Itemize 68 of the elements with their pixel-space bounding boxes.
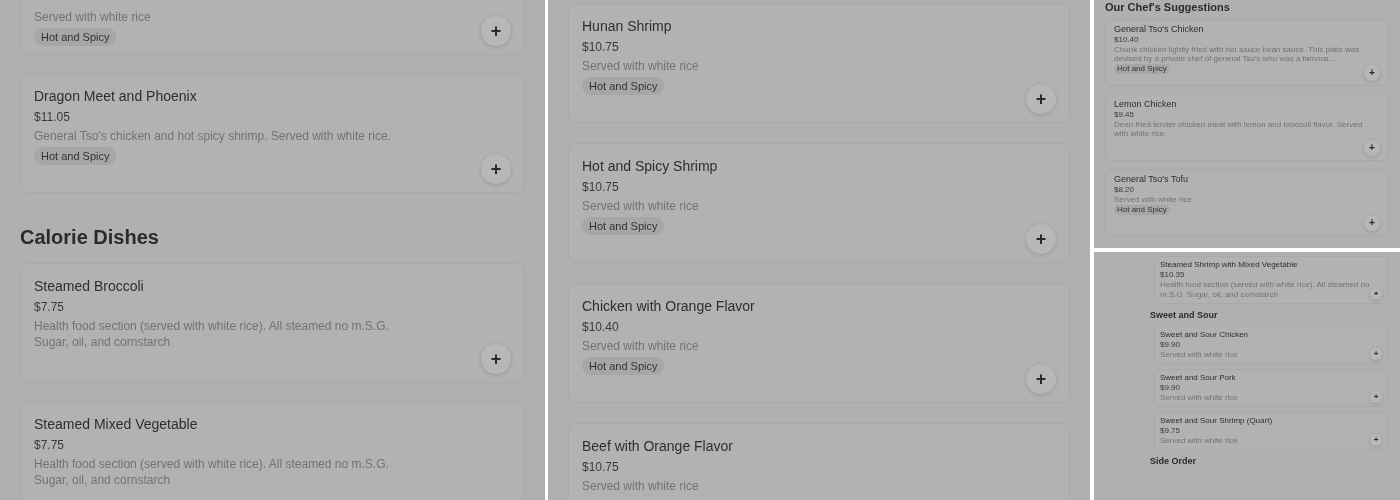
item-name: Lemon Chicken	[1114, 99, 1177, 110]
item-name: Dragon Meet and Phoenix	[34, 87, 197, 106]
menu-item-card[interactable]: Chicken with Orange Flavor $10.40 Served with white rice Hot and Spicy +	[568, 283, 1070, 403]
section-heading: Side Order	[1150, 455, 1196, 467]
item-price: $9.75	[1160, 426, 1181, 436]
add-button[interactable]: +	[1364, 215, 1380, 231]
add-button[interactable]: +	[1370, 288, 1382, 300]
add-button[interactable]: +	[1370, 391, 1382, 403]
section-heading: Sweet and Sour	[1150, 309, 1218, 321]
item-price: $7.75	[34, 299, 65, 316]
spicy-tag: Hot and Spicy	[582, 217, 665, 235]
item-description: Served with white rice	[34, 9, 151, 25]
item-description: General Tso's chicken and hot spicy shrimp. Served with white rice.	[34, 128, 391, 144]
menu-item-card[interactable]: Hot and Spicy Shrimp $10.75 Served with white rice Hot and Spicy +	[568, 143, 1070, 263]
item-price: $11.05	[34, 109, 70, 126]
item-description: Served with white rice	[582, 58, 699, 74]
item-price: $10.40	[1114, 35, 1139, 45]
item-price: $10.75	[582, 459, 619, 476]
spicy-tag: Hot and Spicy	[34, 28, 117, 46]
spicy-tag: Hot and Spicy	[34, 147, 117, 165]
item-description: Health food section (served with white rice). All steamed no m.S.G. Sugar, oil, and cornstarch	[34, 456, 390, 488]
item-name: Steamed Shrimp with Mixed Vegetable	[1160, 260, 1298, 270]
section-heading: Calorie Dishes	[20, 225, 159, 250]
item-name: General Tso's Chicken	[1114, 24, 1204, 35]
menu-item-card[interactable]: Steamed Mixed Vegetable $7.75 Health food section (served with white rice). All steamed no m.S.G. Sugar, oil, and cornstarch	[20, 401, 525, 500]
item-price: $9.90	[1160, 383, 1181, 393]
item-description: Served with white rice	[582, 478, 699, 494]
add-button[interactable]: +	[1364, 65, 1380, 81]
spicy-tag: Hot and Spicy	[582, 357, 665, 375]
item-description: Health food section (served with white rice). All steamed no m.S.G. Sugar, oil, and cornstarch	[34, 318, 390, 350]
item-name: Steamed Mixed Vegetable	[34, 415, 198, 434]
menu-item-card[interactable]: Beef with Orange Flavor $10.75 Served with white rice	[568, 423, 1070, 500]
menu-item-card[interactable]: Hunan Shrimp $10.75 Served with white rice Hot and Spicy +	[568, 3, 1070, 123]
add-button[interactable]: +	[1026, 224, 1056, 254]
add-button[interactable]: +	[1026, 364, 1056, 394]
menu-item-card[interactable]: Dragon Meet and Phoenix $11.05 General Tso's chicken and hot spicy shrimp. Served with white rice. Hot and Spicy +	[20, 73, 525, 193]
add-button[interactable]: +	[481, 16, 511, 46]
item-price: $9.90	[1160, 340, 1181, 350]
item-price: $10.40	[582, 319, 619, 336]
add-button[interactable]: +	[1364, 140, 1380, 156]
spicy-tag: Hot and Spicy	[582, 77, 665, 95]
add-button[interactable]: +	[481, 344, 511, 374]
menu-item-card[interactable]: Served with white rice Hot and Spicy +	[20, 0, 525, 55]
add-button[interactable]: +	[481, 154, 511, 184]
menu-item-card[interactable]: Steamed Broccoli $7.75 Health food section (served with white rice). All steamed no m.S.G. Sugar, oil, and cornstarch +	[20, 263, 525, 383]
item-price: $7.75	[34, 437, 65, 454]
item-name: Beef with Orange Flavor	[582, 437, 733, 456]
item-price: $9.45	[1114, 110, 1135, 120]
item-name: Steamed Broccoli	[34, 277, 144, 296]
item-price: $10.75	[582, 39, 619, 56]
item-name: Hot and Spicy Shrimp	[582, 157, 718, 176]
item-description: Served with white rice	[582, 338, 699, 354]
item-price: $10.75	[582, 179, 619, 196]
item-description: Served with white rice	[582, 198, 699, 214]
item-price: $8.20	[1114, 185, 1135, 195]
add-button[interactable]: +	[1026, 84, 1056, 114]
section-heading: Our Chef's Suggestions	[1105, 0, 1230, 14]
item-name: Chicken with Orange Flavor	[582, 297, 755, 316]
spicy-tag: Hot and Spicy	[1114, 64, 1170, 74]
add-button[interactable]: +	[1370, 348, 1382, 360]
spicy-tag: Hot and Spicy	[1114, 205, 1170, 215]
item-name: Sweet and Sour Pork	[1160, 373, 1236, 383]
item-name: Sweet and Sour Shrimp (Quart)	[1160, 416, 1273, 426]
item-name: General Tso's Tofu	[1114, 174, 1188, 185]
item-price: $10.35	[1160, 270, 1185, 280]
add-button[interactable]: +	[1370, 434, 1382, 446]
item-name: Hunan Shrimp	[582, 17, 672, 36]
item-name: Sweet and Sour Chicken	[1160, 330, 1249, 340]
